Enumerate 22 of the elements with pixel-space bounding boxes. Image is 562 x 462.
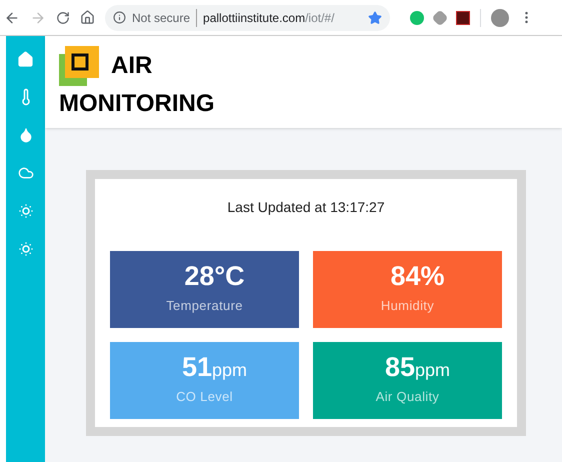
- star-icon[interactable]: [368, 10, 382, 24]
- metric-label: CO Level: [176, 388, 233, 406]
- info-icon: [113, 11, 126, 24]
- reload-icon[interactable]: [56, 10, 70, 24]
- metric-label: Humidity: [380, 297, 434, 315]
- last-updated-text: Last Updated at 13:17:27: [227, 198, 385, 217]
- logo-icon: [59, 46, 99, 86]
- address-bar[interactable]: Not secure pallottiinstitute.com/iot/#/: [105, 4, 390, 30]
- url-text: pallottiinstitute.com/iot/#/: [203, 10, 334, 26]
- security-label: Not secure: [132, 8, 198, 26]
- metric-value: 85ppm: [384, 354, 450, 381]
- metric-label: Temperature: [166, 297, 243, 315]
- avatar[interactable]: [491, 8, 509, 26]
- metric-label: Air Quality: [376, 388, 440, 406]
- metric-value: 84%: [390, 263, 445, 290]
- app-title: MONITORING: [59, 92, 216, 116]
- forward-icon[interactable]: [30, 10, 46, 26]
- back-icon[interactable]: [4, 10, 20, 26]
- metric-value: 28°C: [184, 263, 245, 290]
- metric-value: 51ppm: [182, 354, 248, 381]
- app-title: AIR: [111, 54, 152, 78]
- home-icon[interactable]: [80, 10, 95, 25]
